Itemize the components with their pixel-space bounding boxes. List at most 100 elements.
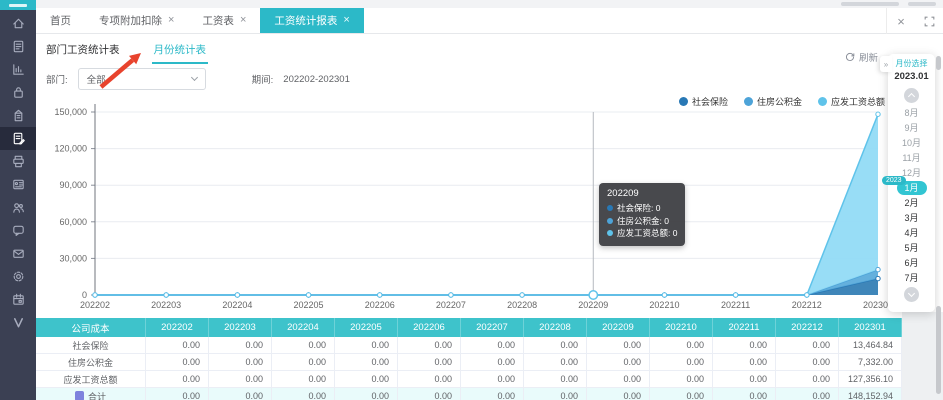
app-logo[interactable] (0, 0, 36, 10)
sidebar-item-chat-icon[interactable] (0, 219, 36, 242)
tab-首页[interactable]: 首页 (36, 8, 85, 33)
watermark-logo-icon (75, 391, 84, 400)
table-cell: 0.00 (209, 337, 272, 354)
row-label: 住房公积金 (36, 354, 146, 371)
sidebar-item-card-icon[interactable] (0, 173, 36, 196)
table-cell: 0.00 (650, 371, 713, 388)
month-item-4月[interactable]: 4月 (888, 225, 935, 240)
month-item-1月[interactable]: 20231月 (888, 180, 935, 195)
table-header-cell[interactable]: 202202 (146, 318, 209, 337)
chevron-down-icon (191, 74, 198, 81)
table-cell: 0.00 (650, 388, 713, 400)
table-header-cell[interactable]: 202204 (272, 318, 335, 337)
home-icon (11, 16, 26, 31)
table-cell: 0.00 (209, 354, 272, 371)
table-header-cell[interactable]: 202208 (524, 318, 587, 337)
refresh-icon (845, 52, 855, 62)
close-icon[interactable]: × (887, 8, 915, 34)
subtab-月份统计表[interactable]: 月份统计表 (154, 42, 207, 64)
scroll-down-button[interactable] (904, 287, 919, 302)
refresh-button[interactable]: 刷新 (845, 50, 878, 64)
fullscreen-icon[interactable] (915, 8, 943, 34)
table-header-cell[interactable]: 202210 (650, 318, 713, 337)
tab-close-icon[interactable]: × (168, 15, 174, 26)
sidebar-item-v-logo-icon[interactable] (0, 311, 36, 334)
sub-tabs: 部门工资统计表 月份统计表 (46, 42, 206, 64)
tab-工资统计报表[interactable]: 工资统计报表× (260, 8, 363, 33)
table-header-cell[interactable]: 202203 (209, 318, 272, 337)
table-cell: 0.00 (146, 371, 209, 388)
sidebar-item-payroll-icon[interactable] (0, 127, 36, 150)
safe-icon (11, 85, 26, 100)
table-cell: 148,152.94 (839, 388, 902, 400)
department-select[interactable]: 全部 (78, 68, 206, 90)
month-item-8月[interactable]: 8月 (888, 105, 935, 120)
team-icon (11, 200, 26, 215)
sidebar-item-bank-icon[interactable] (0, 104, 36, 127)
table-header-cell[interactable]: 公司成本 (36, 318, 146, 337)
tab-label: 专项附加扣除 (99, 13, 162, 28)
table-cell: 0.00 (272, 354, 335, 371)
table-cell: 0.00 (398, 388, 461, 400)
settings-icon (11, 269, 26, 284)
table-header-cell[interactable]: 202205 (335, 318, 398, 337)
sidebar-item-safe-icon[interactable] (0, 81, 36, 104)
month-item-5月[interactable]: 5月 (888, 240, 935, 255)
table-cell: 0.00 (713, 388, 776, 400)
sidebar-item-home-icon[interactable] (0, 12, 36, 35)
legend-item-住房公积金[interactable]: 住房公积金 (744, 95, 802, 108)
legend-label: 住房公积金 (757, 95, 802, 108)
month-item-7月[interactable]: 7月 (888, 270, 935, 285)
month-item-2月[interactable]: 2月 (888, 195, 935, 210)
subtab-部门工资统计表[interactable]: 部门工资统计表 (46, 42, 120, 64)
table-header-cell[interactable]: 202212 (776, 318, 839, 337)
topbar-clipped-text (841, 2, 899, 6)
scroll-up-button[interactable] (904, 88, 919, 103)
table-header-cell[interactable]: 202211 (713, 318, 776, 337)
period-value: 202202-202301 (283, 74, 350, 85)
table-cell: 0.00 (524, 354, 587, 371)
sidebar-item-mail-icon[interactable] (0, 242, 36, 265)
table-cell: 0.00 (587, 388, 650, 400)
month-item-11月[interactable]: 11月 (888, 150, 935, 165)
table-cell: 0.00 (587, 337, 650, 354)
sidebar-item-report-icon[interactable] (0, 35, 36, 58)
table-cell: 0.00 (524, 337, 587, 354)
sidebar-item-chart-icon[interactable] (0, 58, 36, 81)
sidebar-item-calendar-icon[interactable] (0, 288, 36, 311)
table-cell: 0.00 (650, 354, 713, 371)
table-header-cell[interactable]: 202206 (398, 318, 461, 337)
tooltip-row: 住房公积金: 0 (607, 215, 677, 228)
table-cell: 0.00 (776, 371, 839, 388)
legend-item-社会保险[interactable]: 社会保险 (679, 95, 728, 108)
sidebar-menu (0, 10, 36, 334)
table-cell: 0.00 (335, 388, 398, 400)
scrollbar-thumb[interactable] (936, 56, 941, 70)
tab-专项附加扣除[interactable]: 专项附加扣除 × (85, 8, 188, 33)
month-item-3月[interactable]: 3月 (888, 210, 935, 225)
table-row-应发工资总额: 应发工资总额0.000.000.000.000.000.000.000.000.… (36, 371, 902, 388)
sidebar-item-team-icon[interactable] (0, 196, 36, 219)
sidebar-item-settings-icon[interactable] (0, 265, 36, 288)
tab-close-icon[interactable]: × (240, 15, 246, 26)
tab-close-icon[interactable]: × (343, 15, 349, 26)
table-cell: 0.00 (461, 337, 524, 354)
table-header-cell[interactable]: 202207 (461, 318, 524, 337)
scrollbar-thumb[interactable] (936, 306, 941, 394)
collapse-panel-icon[interactable]: » (880, 56, 892, 72)
month-item-10月[interactable]: 10月 (888, 135, 935, 150)
table-cell: 0.00 (524, 371, 587, 388)
table-header-cell[interactable]: 202301 (839, 318, 902, 337)
month-item-6月[interactable]: 6月 (888, 255, 935, 270)
month-item-9月[interactable]: 9月 (888, 120, 935, 135)
table-cell: 0.00 (209, 388, 272, 400)
filter-row: 部门: 全部 期间: 202202-202301 (46, 68, 350, 90)
chart-icon (11, 62, 26, 77)
legend-item-应发工资总额[interactable]: 应发工资总额 (818, 95, 885, 108)
tab-工资表[interactable]: 工资表× (188, 8, 260, 33)
table-header-cell[interactable]: 202209 (587, 318, 650, 337)
sidebar-item-printer-icon[interactable] (0, 150, 36, 173)
table-cell: 0.00 (461, 354, 524, 371)
tooltip-rows: 社会保险: 0住房公积金: 0应发工资总额: 0 (607, 202, 677, 240)
table-cell: 0.00 (713, 354, 776, 371)
